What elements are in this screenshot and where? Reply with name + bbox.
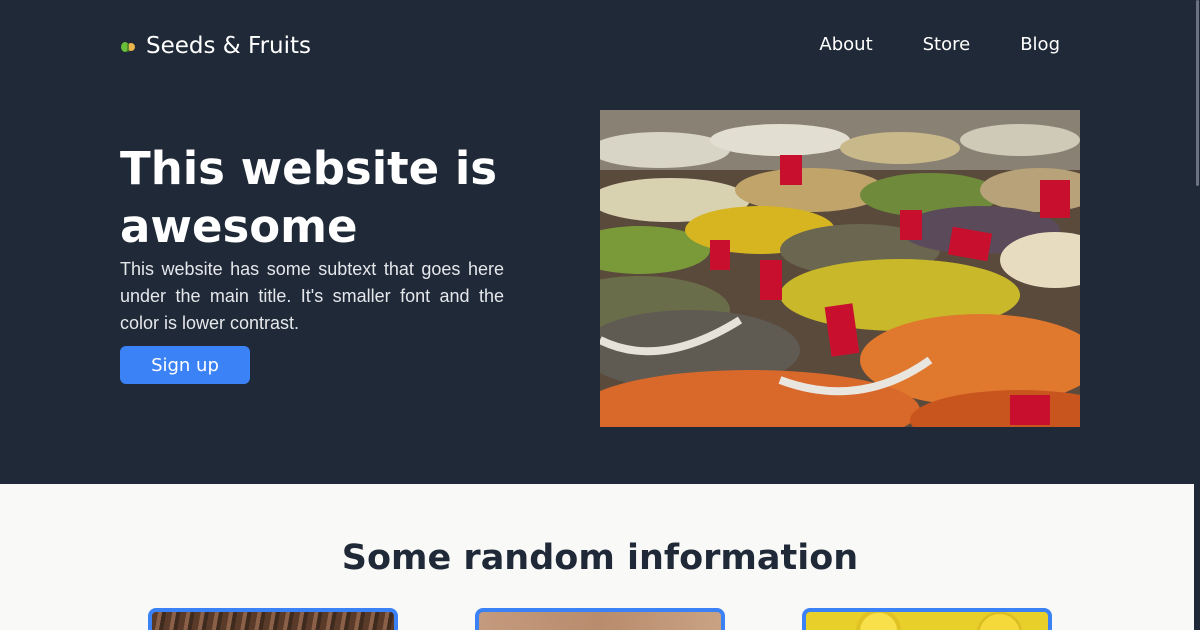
info-card-lemons[interactable] (802, 608, 1052, 630)
market-sacks-illustration (600, 110, 1080, 427)
section-title: Some random information (341, 538, 859, 578)
main-nav: About Store Blog (819, 34, 1060, 55)
scrollbar-thumb[interactable] (1196, 0, 1199, 186)
info-card-wood[interactable] (475, 608, 725, 630)
hero-title: This website is awesome (120, 142, 498, 253)
info-card-rice[interactable] (148, 608, 398, 630)
seedling-icon (121, 42, 135, 52)
hero-section: Seeds & Fruits About Store Blog This web… (0, 0, 1200, 484)
nav-link-blog[interactable]: Blog (1020, 34, 1060, 55)
hero-subtext: This website has some subtext that goes … (120, 259, 504, 333)
hero-image-market-sacks (600, 110, 1080, 427)
brand[interactable]: Seeds & Fruits (120, 30, 311, 62)
page-scrollbar[interactable] (1194, 0, 1200, 630)
nav-link-about[interactable]: About (819, 34, 872, 55)
brand-name: Seeds & Fruits (146, 33, 312, 59)
nav-link-store[interactable]: Store (923, 34, 971, 55)
sign-up-button[interactable]: Sign up (120, 346, 250, 384)
